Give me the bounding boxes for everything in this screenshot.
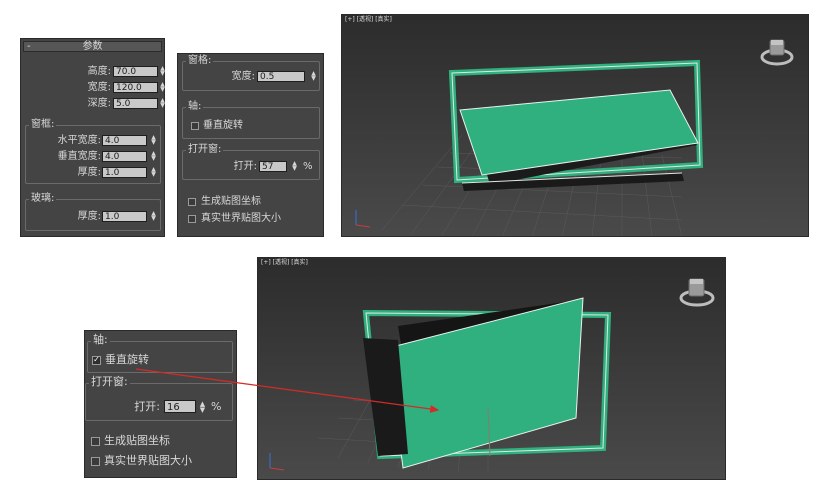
zoom-options-panel: 轴: ✓ 垂直旋转 打开窗: 打开: 16 ▲ ▼ % 生成贴图坐标 真实世界贴图…	[84, 330, 237, 478]
v-width-label: 垂直宽度:	[57, 151, 101, 162]
glass-thickness-row: 厚度: 1.0 ▲ ▼	[26, 210, 162, 224]
spinner-icon[interactable]: ▲ ▼	[150, 151, 157, 162]
depth-input[interactable]: 5.0	[113, 98, 158, 109]
glass-thickness-label: 厚度:	[77, 211, 101, 222]
open-input[interactable]: 57	[259, 161, 287, 172]
glass-group-title: 玻璃:	[29, 193, 57, 205]
options-panel: 窗格: 宽度: 0.5 ▲ ▼ 轴: 垂直旋转 打开窗: 打开: 57 ▲ ▼ % …	[177, 53, 324, 237]
casement-width-row: 宽度: 0.5 ▲ ▼	[183, 70, 321, 84]
height-input[interactable]: 70.0	[113, 66, 158, 77]
open-unit: %	[303, 161, 313, 172]
viewport-top-scene	[342, 15, 808, 236]
viewcube-icon-svg	[760, 39, 794, 66]
glass-group: 玻璃: 厚度: 1.0 ▲ ▼	[25, 193, 162, 231]
axis-group: 轴: ✓ 垂直旋转	[87, 334, 233, 373]
h-width-input[interactable]: 4.0	[102, 135, 147, 146]
open-row: 打开: 57 ▲ ▼ %	[183, 160, 321, 174]
width-row: 宽度: 120.0 ▲ ▼	[21, 81, 166, 95]
open-input[interactable]: 16	[164, 400, 196, 413]
v-width-row: 垂直宽度: 4.0 ▲ ▼	[26, 150, 162, 164]
gen-mapping-checkbox[interactable]	[91, 437, 100, 446]
width-input[interactable]: 120.0	[113, 82, 158, 93]
open-window-group: 打开窗: 打开: 16 ▲ ▼ %	[85, 376, 234, 421]
h-width-row: 水平宽度: 4.0 ▲ ▼	[26, 134, 162, 148]
width-label: 宽度:	[87, 82, 111, 93]
frame-thickness-label: 厚度:	[77, 167, 101, 178]
axis-group: 轴: 垂直旋转	[182, 101, 320, 139]
params-title: 参数	[82, 41, 103, 52]
spinner-icon[interactable]: ▲ ▼	[199, 401, 206, 414]
glass-thickness-input[interactable]: 1.0	[102, 211, 147, 222]
viewport-top-label[interactable]: [+] [透视] [真实]	[345, 16, 392, 24]
real-world-label: 真实世界贴图大小	[201, 213, 281, 224]
spinner-icon[interactable]: ▲ ▼	[159, 98, 166, 109]
axis-group-title: 轴:	[186, 101, 204, 113]
gen-mapping-label: 生成贴图坐标	[201, 196, 261, 207]
spinner-icon[interactable]: ▲ ▼	[159, 66, 166, 77]
vertical-rotation-label: 垂直旋转	[203, 120, 243, 131]
axis-group-title: 轴:	[91, 333, 110, 346]
vertical-rotation-checkbox[interactable]: ✓	[92, 356, 101, 365]
height-label: 高度:	[87, 66, 111, 77]
viewport-bottom-label[interactable]: [+] [透视] [真实]	[261, 259, 308, 267]
height-row: 高度: 70.0 ▲ ▼	[21, 65, 166, 79]
frame-group-title: 窗框:	[29, 119, 57, 131]
h-width-label: 水平宽度:	[57, 135, 101, 146]
open-label: 打开:	[233, 161, 257, 172]
casement-width-input[interactable]: 0.5	[257, 71, 305, 82]
spinner-icon[interactable]: ▲ ▼	[310, 71, 317, 82]
viewcube-icon[interactable]	[760, 37, 794, 67]
depth-label: 深度:	[87, 98, 111, 109]
open-window-group-title: 打开窗:	[186, 144, 224, 156]
gen-mapping-checkbox[interactable]	[188, 198, 196, 206]
spinner-icon[interactable]: ▲ ▼	[159, 82, 166, 93]
casement-group: 窗格: 宽度: 0.5 ▲ ▼	[182, 55, 321, 91]
spinner-icon[interactable]: ▲ ▼	[291, 161, 298, 172]
gen-mapping-label: 生成贴图坐标	[104, 434, 170, 447]
open-unit: %	[211, 400, 222, 413]
viewport-bottom-scene	[258, 258, 725, 479]
casement-group-title: 窗格:	[186, 55, 214, 67]
open-window-group-title: 打开窗:	[89, 375, 130, 388]
open-window-group: 打开窗: 打开: 57 ▲ ▼ %	[182, 144, 321, 180]
real-world-checkbox[interactable]	[188, 215, 196, 223]
vertical-rotation-checkbox[interactable]	[191, 122, 199, 130]
vertical-rotation-label: 垂直旋转	[105, 353, 149, 366]
real-world-label: 真实世界贴图大小	[104, 454, 192, 467]
open-row: 打开: 16 ▲ ▼ %	[86, 400, 234, 414]
depth-row: 深度: 5.0 ▲ ▼	[21, 97, 166, 111]
open-label: 打开:	[134, 400, 160, 413]
spinner-icon[interactable]: ▲ ▼	[150, 135, 157, 146]
frame-thickness-row: 厚度: 1.0 ▲ ▼	[26, 166, 162, 180]
params-rollout-header[interactable]: - 参数	[23, 41, 162, 52]
frame-group: 窗框: 水平宽度: 4.0 ▲ ▼ 垂直宽度: 4.0 ▲ ▼ 厚度: 1.0 ▲ ▼	[25, 119, 162, 184]
viewport-top[interactable]: [+] [透视] [真实]	[341, 14, 809, 237]
real-world-checkbox[interactable]	[91, 457, 100, 466]
casement-width-label: 宽度:	[231, 71, 255, 82]
viewcube-icon[interactable]	[679, 276, 715, 308]
v-width-input[interactable]: 4.0	[102, 151, 147, 162]
viewcube-icon-svg	[679, 278, 715, 307]
spinner-icon[interactable]: ▲ ▼	[150, 167, 157, 178]
collapse-icon[interactable]: -	[27, 42, 31, 52]
viewport-bottom[interactable]: [+] [透视] [真实]	[257, 257, 726, 480]
params-panel: - 参数 高度: 70.0 ▲ ▼ 宽度: 120.0 ▲ ▼ 深度: 5.0 ▲ ▼…	[20, 38, 165, 237]
spinner-icon[interactable]: ▲ ▼	[150, 211, 157, 222]
frame-thickness-input[interactable]: 1.0	[102, 167, 147, 178]
